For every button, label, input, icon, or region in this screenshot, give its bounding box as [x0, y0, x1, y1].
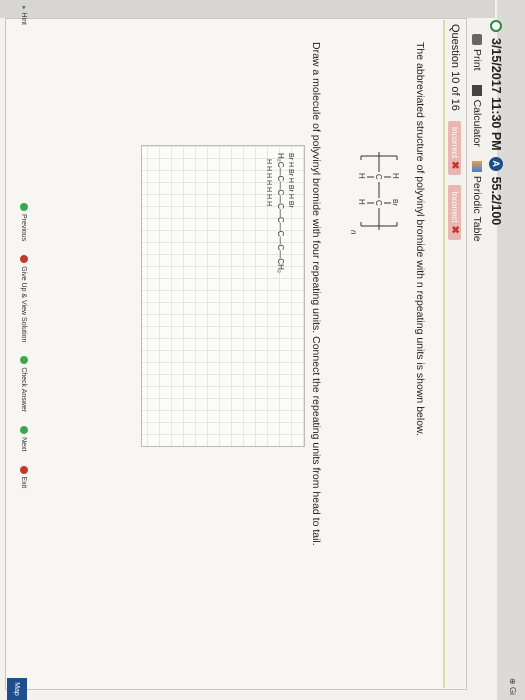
timestamp: 3/15/2017 11:30 PM: [489, 38, 503, 151]
drawing-row-bottom: H H H H H H H: [265, 159, 272, 206]
drawing-row-top: Br H Br H Br H Br: [287, 153, 294, 209]
screen: 3/15/2017 11:30 PM A 55.2/100 Print Calc…: [0, 0, 525, 700]
question-bar: Question 10 of 16 Incorrect ✖ Incorrect …: [443, 20, 465, 688]
periodic-table-label: Periodic Table: [471, 175, 483, 242]
attempt-label: Incorrect: [450, 126, 460, 158]
hint-button[interactable]: ▸ Hint: [20, 6, 28, 25]
score: 55.2/100: [489, 176, 503, 226]
help-label: Gi: [508, 686, 517, 695]
question-label: Question 10 of 16: [449, 24, 461, 111]
arrow-icon: ▸: [20, 6, 27, 10]
next-button[interactable]: Next: [20, 426, 28, 452]
atom-label: H: [391, 173, 400, 179]
drawing-row-chain: H₂C—C—C—C—C—C—C—CH₂: [276, 153, 285, 273]
question-prompt-2: Draw a molecule of polyvinyl bromide wit…: [310, 42, 322, 546]
hint-label: Hint: [20, 12, 28, 25]
score-icon: A: [489, 156, 503, 171]
previous-label: Previous: [20, 213, 28, 242]
question-prompt: The abbreviated structure of polyvinyl b…: [414, 42, 426, 436]
check-icon: [20, 356, 28, 365]
left-strip: [0, 0, 495, 18]
print-button[interactable]: Print: [471, 34, 483, 71]
x-icon: ✖: [449, 225, 461, 234]
header: 3/15/2017 11:30 PM A 55.2/100: [489, 20, 503, 225]
x-icon: ✖: [449, 160, 461, 170]
map-label: Map: [13, 682, 21, 696]
student-drawing: Br H Br H Br H Br H₂C—C—C—C—C—C—C—CH₂ H …: [265, 153, 294, 273]
next-icon: [20, 426, 28, 435]
printer-icon: [472, 34, 482, 45]
atom-label: H: [357, 173, 366, 179]
exit-button[interactable]: Exit: [20, 465, 28, 489]
calculator-label: Calculator: [471, 99, 483, 147]
help-button[interactable]: ⊕ Gi: [508, 678, 517, 695]
check-answer-label: Check Answer: [20, 367, 28, 413]
map-button[interactable]: Map: [7, 678, 27, 700]
calculator-icon: [472, 84, 482, 96]
give-up-icon: [20, 255, 28, 264]
print-label: Print: [471, 49, 483, 71]
right-column: ⊕ Gi Map: [0, 678, 525, 700]
check-answer-button[interactable]: Check Answer: [20, 356, 28, 412]
atom-label: H: [357, 199, 366, 205]
attempt-badge-1: Incorrect ✖: [448, 120, 462, 176]
toolbar: Print Calculator Periodic Table: [471, 34, 483, 242]
subscript-n: n: [349, 230, 358, 235]
periodic-table-icon: [472, 160, 482, 172]
calculator-button[interactable]: Calculator: [471, 84, 483, 147]
help-icon: ⊕: [508, 678, 517, 685]
clock-icon: [490, 20, 502, 32]
atom-label: C: [374, 174, 383, 180]
atom-label: C: [374, 200, 383, 206]
polymer-structure: H Br C C H H n: [349, 152, 400, 235]
exit-label: Exit: [20, 476, 28, 489]
attempt-label: Incorrect: [450, 191, 460, 223]
footer: ▸ Hint Previous Give Up & View Solution …: [20, 6, 28, 488]
attempt-badge-2: Incorrect ✖: [448, 185, 462, 240]
previous-icon: [20, 202, 28, 211]
periodic-table-button[interactable]: Periodic Table: [471, 160, 483, 242]
give-up-label: Give Up & View Solution: [20, 266, 28, 343]
atom-label: Br: [391, 199, 398, 207]
previous-button[interactable]: Previous: [20, 202, 28, 242]
give-up-button[interactable]: Give Up & View Solution: [20, 255, 28, 342]
next-label: Next: [20, 437, 28, 452]
exit-icon: [20, 465, 28, 474]
